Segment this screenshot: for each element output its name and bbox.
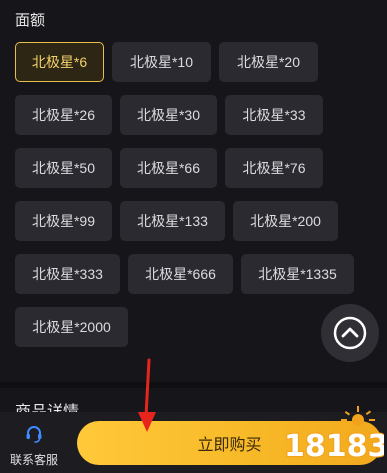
contact-service-button[interactable]: 联系客服 xyxy=(6,424,62,468)
product-details-heading: 商品详情 xyxy=(15,398,79,412)
denomination-option[interactable]: 北极星*26 xyxy=(15,95,112,135)
section-divider xyxy=(0,382,387,388)
denomination-option[interactable]: 北极星*76 xyxy=(225,148,323,188)
section-title: 面额 xyxy=(15,12,46,29)
denomination-option-selected[interactable]: 北极星*6 xyxy=(15,42,104,82)
watermark-text: 18183 xyxy=(284,429,384,464)
denomination-row: 北极星*26 北极星*30 北极星*33 xyxy=(15,95,365,135)
denomination-row: 北极星*6 北极星*10 北极星*20 xyxy=(15,42,365,82)
denomination-option[interactable]: 北极星*2000 xyxy=(15,307,128,347)
denomination-row: 北极星*50 北极星*66 北极星*76 xyxy=(15,148,365,188)
denomination-option[interactable]: 北极星*10 xyxy=(112,42,211,82)
denomination-option[interactable]: 北极星*99 xyxy=(15,201,112,241)
denomination-option[interactable]: 北极星*50 xyxy=(15,148,112,188)
denomination-option[interactable]: 北极星*133 xyxy=(120,201,225,241)
back-to-top-button[interactable] xyxy=(321,304,379,362)
denomination-option[interactable]: 北极星*66 xyxy=(120,148,217,188)
denomination-grid: 北极星*6 北极星*10 北极星*20 北极星*26 北极星*30 北极星*33… xyxy=(15,42,365,360)
annotation-arrow-icon xyxy=(138,358,156,432)
denomination-row: 北极星*99 北极星*133 北极星*200 xyxy=(15,201,365,241)
denomination-option[interactable]: 北极星*20 xyxy=(219,42,318,82)
denomination-option[interactable]: 北极星*666 xyxy=(128,254,233,294)
denomination-option[interactable]: 北极星*30 xyxy=(120,95,217,135)
denomination-option[interactable]: 北极星*1335 xyxy=(241,254,354,294)
denomination-option[interactable]: 北极星*333 xyxy=(15,254,120,294)
denomination-row: 北极星*333 北极星*666 北极星*1335 xyxy=(15,254,365,294)
contact-service-label: 联系客服 xyxy=(9,453,58,467)
headset-icon xyxy=(26,426,42,443)
chevron-up-circle-icon xyxy=(333,316,367,350)
denomination-option[interactable]: 北极星*200 xyxy=(233,201,338,241)
site-watermark-logo: 18183 xyxy=(283,406,384,465)
denomination-row: 北极星*2000 xyxy=(15,307,365,347)
denomination-option[interactable]: 北极星*33 xyxy=(225,95,323,135)
